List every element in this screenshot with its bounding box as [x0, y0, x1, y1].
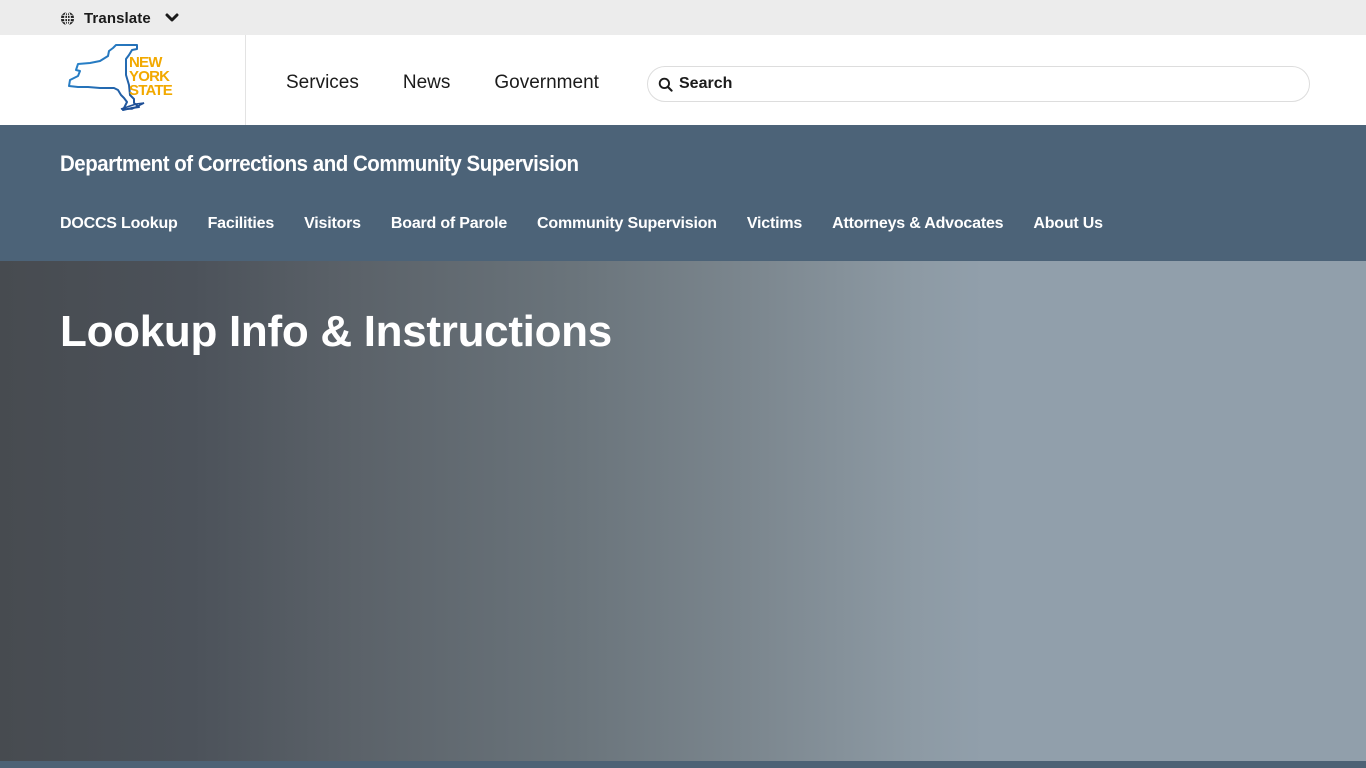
translate-button[interactable]: Translate: [60, 8, 179, 28]
main-nav: Services News Government: [286, 71, 643, 95]
agency-nav-board-of-parole[interactable]: Board of Parole: [391, 214, 507, 234]
search-icon: [658, 77, 673, 92]
page-title: Lookup Info & Instructions: [60, 307, 612, 356]
nav-government[interactable]: Government: [494, 71, 599, 95]
translate-label: Translate: [84, 9, 151, 27]
hero-banner: Lookup Info & Instructions: [0, 261, 1366, 761]
agency-nav-visitors[interactable]: Visitors: [304, 214, 361, 234]
agency-nav-community-supervision[interactable]: Community Supervision: [537, 214, 717, 234]
agency-title[interactable]: Department of Corrections and Community …: [60, 151, 579, 177]
globe-icon: [60, 10, 75, 26]
nys-logo[interactable]: NEW YORK STATE: [66, 43, 181, 113]
translate-bar: Translate: [0, 0, 1366, 35]
agency-nav-doccs-lookup[interactable]: DOCCS Lookup: [60, 214, 178, 234]
agency-nav-about-us[interactable]: About Us: [1033, 214, 1103, 234]
search-box[interactable]: [647, 66, 1310, 102]
logo-container: NEW YORK STATE: [0, 35, 246, 125]
nav-services[interactable]: Services: [286, 71, 359, 95]
site-header: NEW YORK STATE Services News Government: [0, 35, 1366, 125]
agency-nav-victims[interactable]: Victims: [747, 214, 802, 234]
nav-news[interactable]: News: [403, 71, 451, 95]
chevron-down-icon: [165, 13, 179, 22]
logo-text-state: STATE: [129, 82, 173, 99]
section-divider: [0, 761, 1366, 768]
agency-nav: DOCCS Lookup Facilities Visitors Board o…: [60, 214, 1133, 234]
agency-nav-attorneys-advocates[interactable]: Attorneys & Advocates: [832, 214, 1003, 234]
search-input[interactable]: [679, 75, 1279, 93]
agency-header: Department of Corrections and Community …: [0, 125, 1366, 261]
agency-nav-facilities[interactable]: Facilities: [208, 214, 275, 234]
